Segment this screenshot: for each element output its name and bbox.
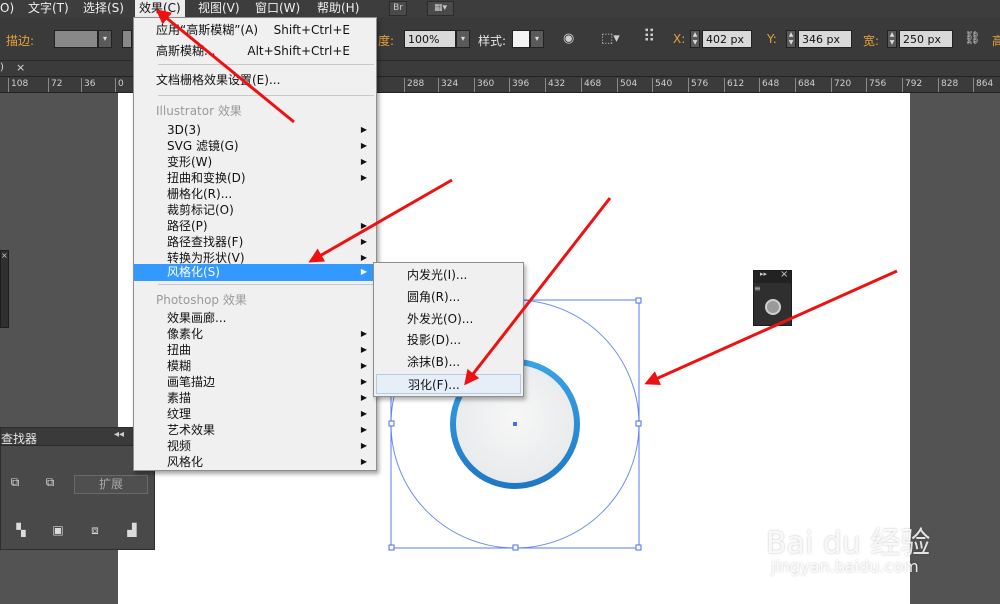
baidu-watermark: Bai du 经验	[766, 526, 931, 561]
arrow-to-selected-circle	[644, 269, 898, 385]
arrow-to-stylize	[308, 178, 453, 263]
arrow-to-effect-menu	[155, 9, 295, 124]
watermark-url: jingyan.baidu.com	[771, 557, 919, 576]
arrow-to-feather	[464, 197, 612, 386]
annotation-arrows	[155, 9, 898, 386]
